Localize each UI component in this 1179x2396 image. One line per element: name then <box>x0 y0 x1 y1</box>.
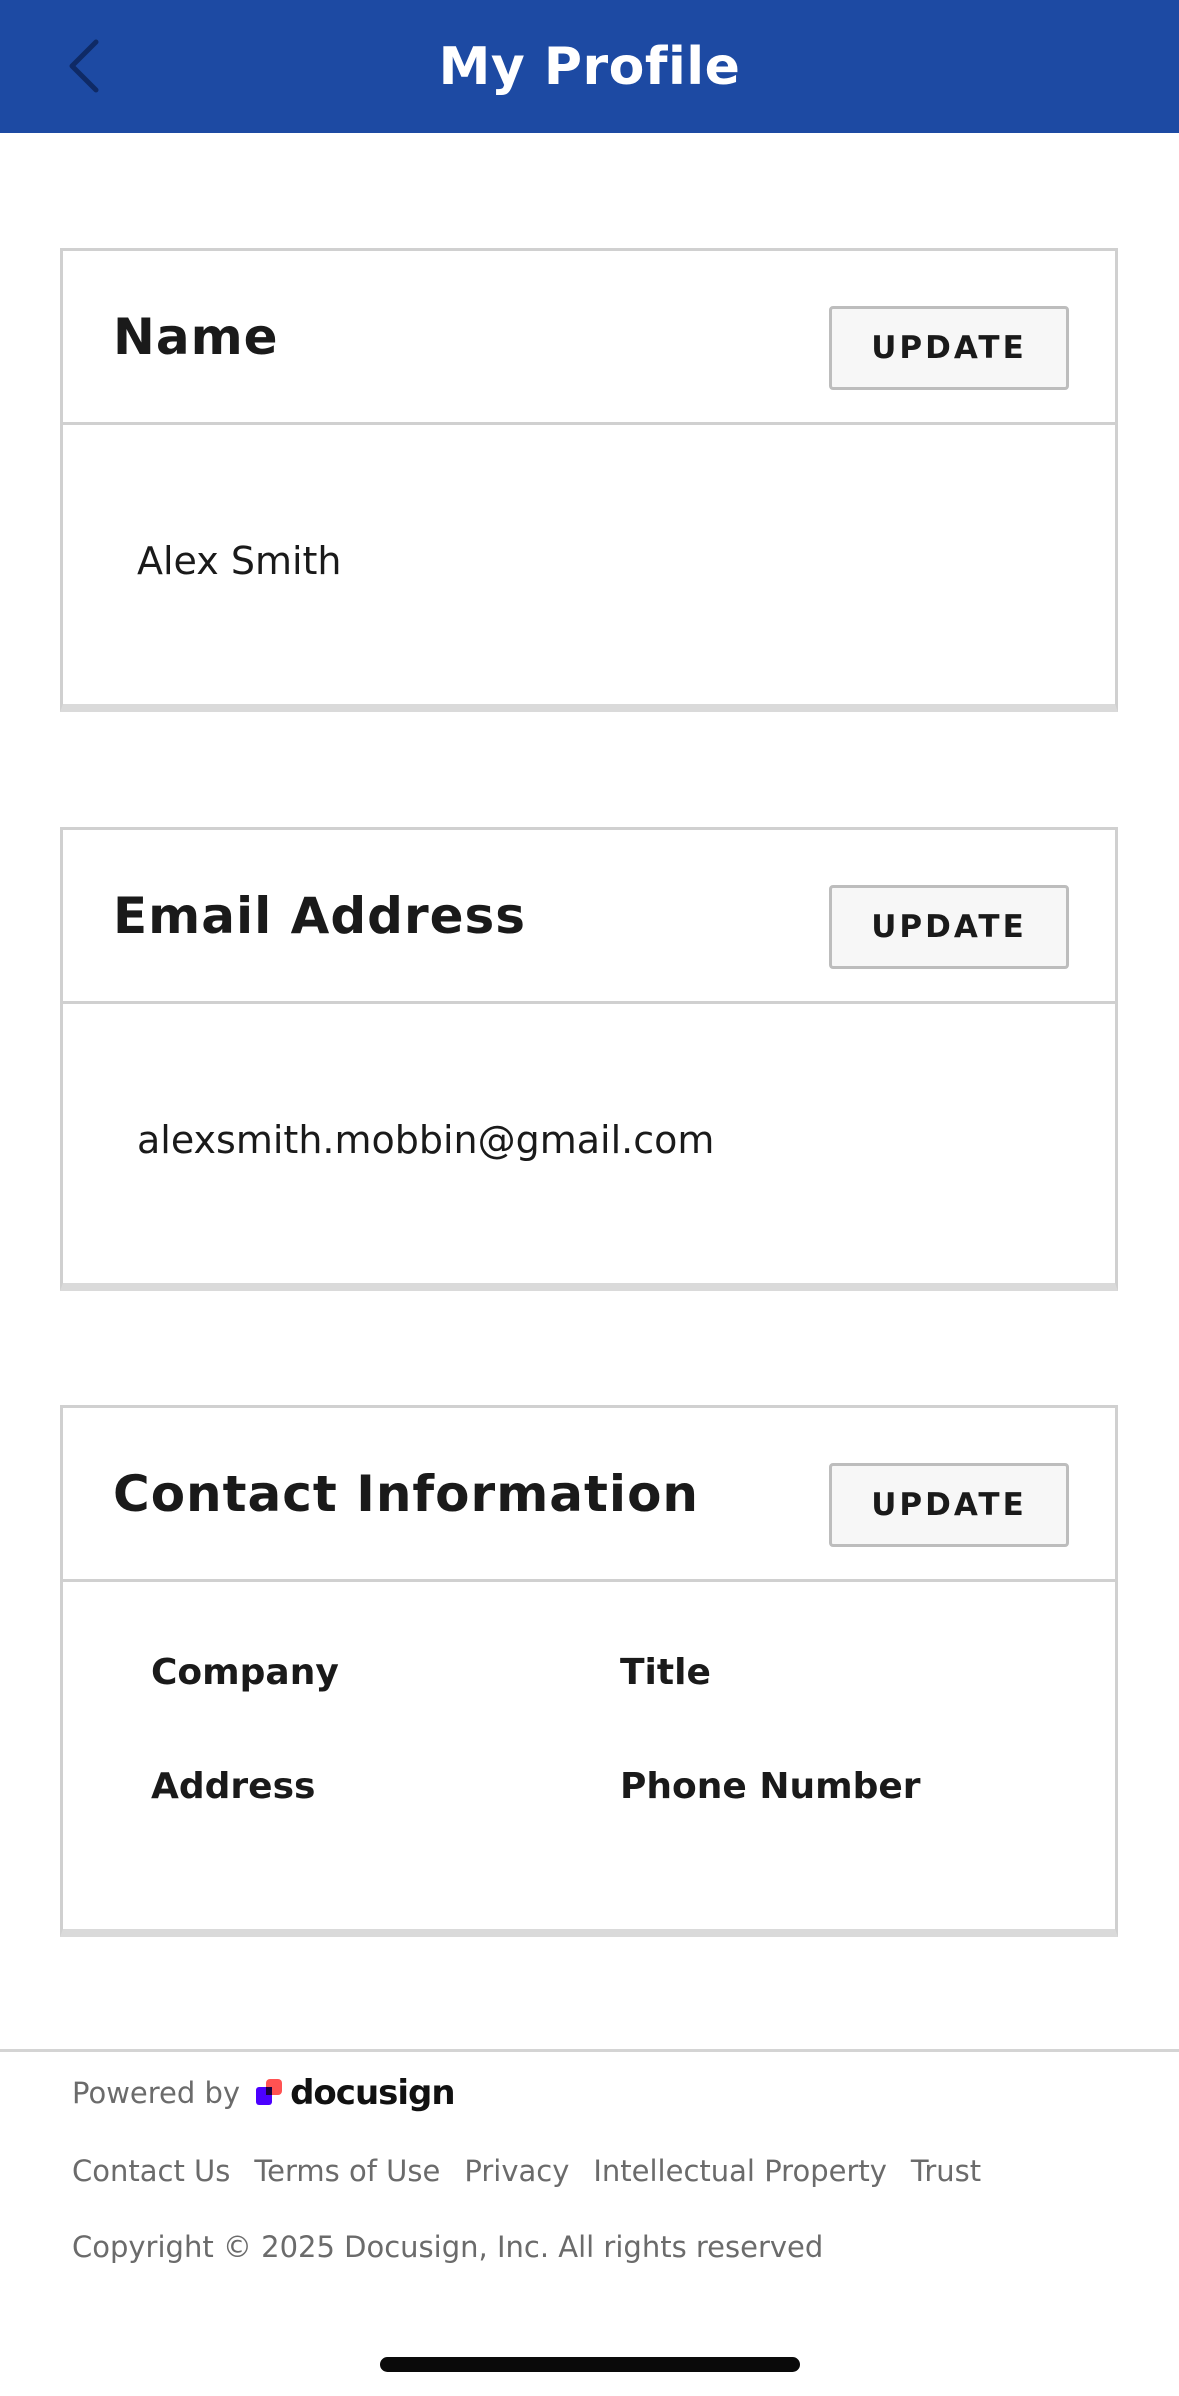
docusign-mark-icon <box>256 2079 283 2105</box>
docusign-wordmark: docusign <box>290 2073 455 2113</box>
page-title: My Profile <box>438 36 741 97</box>
email-card: Email Address UPDATE alexsmith.mobbin@gm… <box>60 827 1118 1291</box>
profile-screen: My Profile Name UPDATE Alex Smith Email … <box>0 0 1179 2396</box>
copyright-text: Copyright © 2025 Docusign, Inc. All righ… <box>72 2230 824 2264</box>
back-button[interactable] <box>48 28 120 104</box>
contact-us-link[interactable]: Contact Us <box>72 2154 230 2188</box>
contact-card-header: Contact Information UPDATE <box>63 1408 1115 1582</box>
company-label: Company <box>151 1652 339 1693</box>
trust-link[interactable]: Trust <box>911 2154 981 2188</box>
privacy-link[interactable]: Privacy <box>464 2154 569 2188</box>
terms-of-use-link[interactable]: Terms of Use <box>254 2154 440 2188</box>
update-contact-button[interactable]: UPDATE <box>829 1463 1069 1547</box>
intellectual-property-link[interactable]: Intellectual Property <box>593 2154 887 2188</box>
name-card: Name UPDATE Alex Smith <box>60 248 1118 712</box>
name-card-header: Name UPDATE <box>63 251 1115 425</box>
top-app-bar: My Profile <box>0 0 1179 133</box>
powered-by: Powered by docusign <box>72 2072 456 2114</box>
phone-number-label: Phone Number <box>620 1766 921 1807</box>
contact-card-title: Contact Information <box>113 1464 700 1523</box>
contact-card: Contact Information UPDATE Company Title… <box>60 1405 1118 1937</box>
email-card-header: Email Address UPDATE <box>63 830 1115 1004</box>
footer-links: Contact Us Terms of Use Privacy Intellec… <box>72 2154 981 2188</box>
address-label: Address <box>151 1766 316 1807</box>
chevron-left-icon <box>69 39 99 93</box>
powered-by-label: Powered by <box>72 2076 241 2110</box>
update-email-button[interactable]: UPDATE <box>829 885 1069 969</box>
footer-divider <box>0 2049 1179 2052</box>
name-value: Alex Smith <box>137 539 342 583</box>
home-indicator[interactable] <box>380 2357 800 2372</box>
name-card-title: Name <box>113 307 279 366</box>
docusign-logo: docusign <box>256 2073 456 2113</box>
update-name-button[interactable]: UPDATE <box>829 306 1069 390</box>
email-card-title: Email Address <box>113 886 527 945</box>
email-value: alexsmith.mobbin@gmail.com <box>137 1118 715 1162</box>
title-label: Title <box>620 1652 711 1693</box>
